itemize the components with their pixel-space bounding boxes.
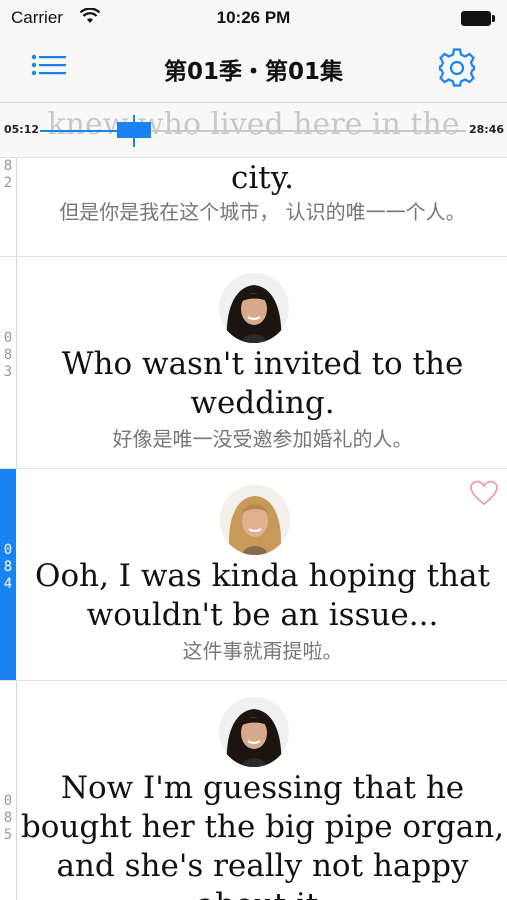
battery-icon	[461, 11, 495, 26]
navigation-bar: 第01季・第01集	[0, 36, 507, 103]
page-title: 第01季・第01集	[163, 59, 343, 85]
chinese-subtitle: 但是你是我在这个城市， 认识的唯一一个人。	[59, 200, 466, 224]
list-item-active[interactable]: 0 8 4 Ooh, I was kinda hoping that would…	[0, 469, 507, 681]
gear-icon[interactable]	[437, 48, 477, 88]
heart-outline-icon[interactable]	[469, 479, 499, 507]
list-item[interactable]: 0 8 3 Who wasn't invited to the wedding.…	[0, 257, 507, 469]
line-number-gutter: 8 2	[0, 158, 17, 256]
english-subtitle: Ooh, I was kinda hoping that wouldn't be…	[35, 558, 490, 633]
english-subtitle: city.	[231, 160, 294, 196]
elapsed-time: 05:12	[4, 123, 40, 136]
subtitle-list[interactable]: 8 2 city. 但是你是我在这个城市， 认识的唯一一个人。 0 8 3 Wh…	[0, 158, 507, 900]
english-subtitle: Who wasn't invited to the wedding.	[61, 346, 464, 421]
line-number: 0 8 4	[3, 542, 13, 592]
english-subtitle: Now I'm guessing that he bought her the …	[20, 770, 505, 900]
status-time: 10:26 PM	[216, 8, 291, 27]
line-number-gutter: 0 8 5	[0, 681, 17, 900]
line-number-gutter-active: 0 8 4	[0, 469, 16, 680]
playback-scrubber[interactable]: knew who lived here in the 05:12 28:46	[0, 103, 507, 158]
chinese-subtitle: 好像是唯一没受邀参加婚礼的人。	[112, 427, 413, 451]
list-item[interactable]: 8 2 city. 但是你是我在这个城市， 认识的唯一一个人。	[0, 158, 507, 257]
total-time: 28:46	[468, 123, 504, 136]
scrubber-thumb[interactable]	[116, 122, 151, 138]
avatar	[219, 697, 289, 767]
line-number-gutter: 0 8 3	[0, 257, 17, 468]
line-number: 8 2	[3, 158, 13, 191]
line-number: 0 8 3	[3, 330, 13, 380]
current-subtitle-ghost: knew who lived here in the	[47, 107, 460, 142]
line-number: 0 8 5	[3, 793, 13, 843]
status-bar: Carrier 10:26 PM	[0, 0, 507, 36]
chinese-subtitle: 这件事就甭提啦。	[182, 639, 343, 663]
list-item[interactable]: 0 8 5 Now I'm guessing that he bought he…	[0, 681, 507, 900]
avatar	[220, 485, 290, 555]
avatar	[219, 273, 289, 343]
